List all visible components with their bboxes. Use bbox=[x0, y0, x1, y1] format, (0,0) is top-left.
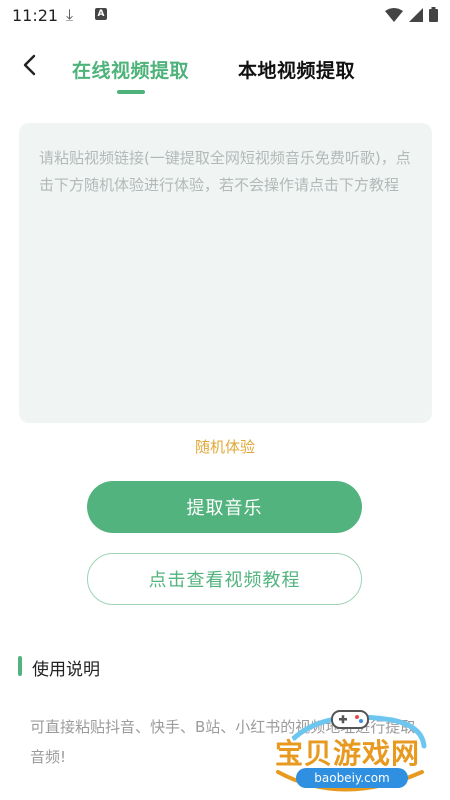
video-tutorial-button[interactable]: 点击查看视频教程 bbox=[87, 553, 362, 605]
tab-active-indicator bbox=[117, 90, 145, 94]
status-icons bbox=[385, 7, 438, 22]
signal-icon bbox=[409, 7, 423, 22]
extract-music-button[interactable]: 提取音乐 bbox=[87, 481, 362, 533]
video-link-input[interactable] bbox=[39, 145, 412, 401]
tab-online-extract[interactable]: 在线视频提取 bbox=[72, 56, 189, 83]
tab-local-extract[interactable]: 本地视频提取 bbox=[238, 56, 355, 83]
video-link-input-container bbox=[19, 123, 432, 423]
watermark-text: 宝贝游戏网 bbox=[275, 737, 421, 770]
watermark-logo: 宝贝游戏网 baobeiy.com bbox=[270, 700, 440, 795]
top-nav: 在线视频提取 本地视频提取 bbox=[0, 40, 450, 100]
usage-title: 使用说明 bbox=[32, 660, 100, 680]
wifi-icon bbox=[385, 7, 403, 22]
battery-icon bbox=[429, 7, 438, 22]
a-badge-icon: A bbox=[95, 8, 107, 20]
watermark-url: baobeiy.com bbox=[296, 768, 408, 788]
status-bar: 11:21 ⤓ A bbox=[0, 0, 450, 32]
download-icon: ⤓ bbox=[66, 5, 74, 24]
chevron-left-icon[interactable] bbox=[18, 52, 44, 78]
section-accent-bar bbox=[18, 656, 22, 676]
gamepad-icon bbox=[331, 710, 369, 729]
random-try-link[interactable]: 随机体验 bbox=[0, 436, 450, 457]
status-time: 11:21 bbox=[12, 6, 59, 25]
